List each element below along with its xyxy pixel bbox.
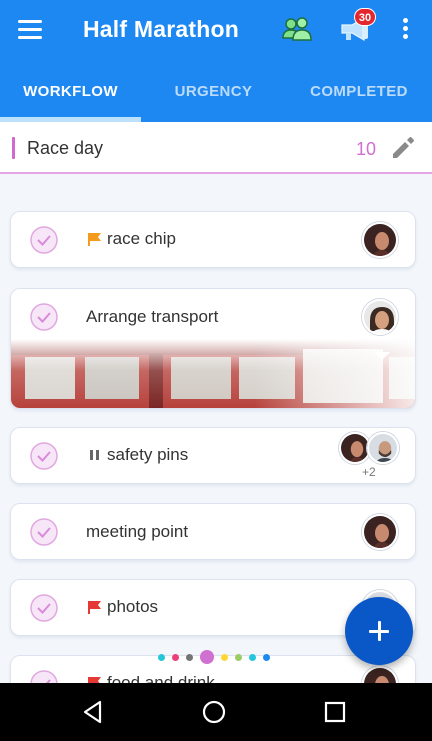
home-icon[interactable] <box>197 695 231 729</box>
page-dot[interactable] <box>263 654 270 661</box>
tab-urgency[interactable]: URGENCY <box>141 64 286 122</box>
section-page-indicator[interactable] <box>158 649 274 665</box>
page-title: Half Marathon <box>83 16 239 42</box>
red-flag-icon <box>88 601 101 614</box>
complete-checkbox-icon[interactable] <box>29 517 59 547</box>
complete-checkbox-icon[interactable] <box>29 225 59 255</box>
assignee-avatar[interactable] <box>367 432 399 464</box>
app-bar: Half Marathon 30 WORKFLOW URGENCY COMPLE… <box>0 0 432 122</box>
people-icon <box>282 17 312 41</box>
task-label: meeting point <box>86 522 189 541</box>
task-card[interactable]: Arrange transport <box>10 288 416 409</box>
page-dot[interactable] <box>158 654 165 661</box>
menu-icon-line <box>18 36 42 39</box>
more-vert-icon <box>403 18 408 23</box>
menu-button[interactable] <box>18 20 42 40</box>
pause-icon <box>90 450 99 460</box>
assignee-avatar[interactable] <box>362 514 398 550</box>
avatar-woman-dark-hair <box>364 224 396 256</box>
notification-badge: 30 <box>354 8 376 26</box>
menu-icon-line <box>18 28 42 31</box>
tab-bar: WORKFLOW URGENCY COMPLETED <box>0 64 432 122</box>
task-card[interactable]: safety pins +2 <box>10 427 416 484</box>
back-icon[interactable] <box>76 695 110 729</box>
attachment-photo[interactable] <box>11 339 416 409</box>
menu-icon <box>18 20 42 23</box>
page-dot[interactable] <box>221 654 228 661</box>
page-dot[interactable] <box>235 654 242 661</box>
assignee-avatar[interactable] <box>362 222 398 258</box>
task-label: photos <box>107 597 159 616</box>
section-color-bar <box>12 137 15 159</box>
plus-icon-vertical <box>377 621 381 641</box>
section-header: Race day 10 <box>0 122 432 174</box>
section-name: Race day <box>27 138 104 158</box>
system-navigation-bar <box>0 683 432 741</box>
task-label: race chip <box>107 229 176 248</box>
task-card[interactable]: meeting point <box>10 503 416 560</box>
more-options-button[interactable] <box>398 18 412 40</box>
assignee-avatar[interactable] <box>362 299 398 335</box>
tab-workflow[interactable]: WORKFLOW <box>0 64 141 122</box>
task-label: Arrange transport <box>86 307 219 326</box>
collapse-arrow-icon[interactable] <box>373 351 391 361</box>
page-dot[interactable] <box>186 654 193 661</box>
more-vert-icon-dot <box>403 34 408 39</box>
complete-checkbox-icon[interactable] <box>29 593 59 623</box>
page-dot[interactable] <box>172 654 179 661</box>
complete-checkbox-icon[interactable] <box>29 302 59 332</box>
add-task-button[interactable] <box>345 597 413 665</box>
orange-flag-icon <box>88 233 101 246</box>
tab-completed[interactable]: COMPLETED <box>286 64 432 122</box>
pencil-icon <box>393 137 414 158</box>
page-dot-current[interactable] <box>200 650 214 664</box>
complete-checkbox-icon[interactable] <box>29 441 59 471</box>
section-count: 10 <box>356 139 377 159</box>
avatar-man-bearded <box>369 434 397 462</box>
extra-assignees-count: +2 <box>362 465 376 479</box>
more-vert-icon-dot <box>403 26 408 31</box>
avatar-woman-dark-hair <box>364 516 396 548</box>
team-members-button[interactable] <box>281 14 313 44</box>
task-card[interactable]: race chip <box>10 211 416 268</box>
page-dot[interactable] <box>249 654 256 661</box>
edit-section-button[interactable] <box>390 135 416 161</box>
recents-icon[interactable] <box>318 695 352 729</box>
task-label: safety pins <box>107 445 189 464</box>
avatar-woman-smiling <box>364 301 396 333</box>
